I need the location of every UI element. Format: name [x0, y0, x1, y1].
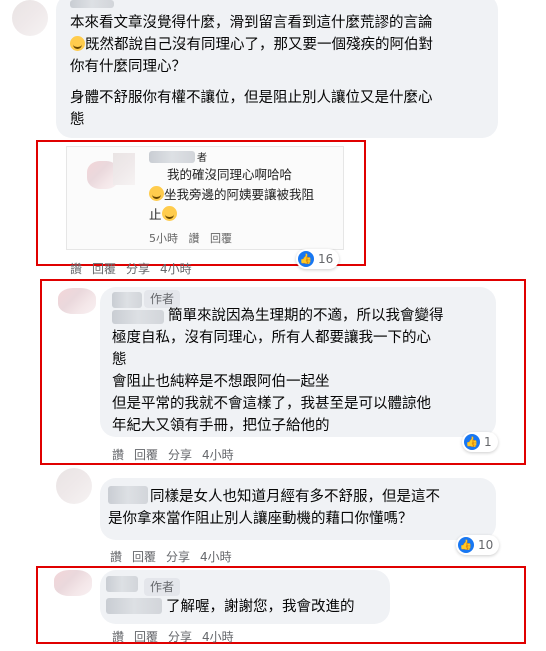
- reaction-count[interactable]: 👍 10: [456, 535, 500, 555]
- comment-text-line: 既然都說自己沒有同理心了，那又要一個殘疾的阿伯對: [70, 34, 433, 56]
- shot-reply: 回覆: [210, 232, 232, 245]
- timestamp[interactable]: 4小時: [202, 630, 234, 644]
- shot-text-line: 坐我旁邊的阿姨要讓被我阻: [149, 185, 314, 205]
- comment-text-line: 但是平常的我就不會這樣了，我甚至是可以體諒他: [112, 396, 431, 412]
- thumbs-up-icon: 👍: [298, 251, 314, 267]
- comment-text-span: 既然都說自己沒有同理心了，那又要一個殘疾的阿伯對: [85, 37, 433, 53]
- comment-text-line: 態: [112, 352, 127, 368]
- commenter-name[interactable]: [70, 0, 114, 8]
- reply-button[interactable]: 回覆: [134, 630, 158, 644]
- timestamp[interactable]: 4小時: [202, 448, 234, 462]
- comment-text-line: 本來看文章沒覺得什麼，滑到留言看到這什麼荒謬的言論: [70, 15, 433, 31]
- share-button[interactable]: 分享: [126, 262, 150, 276]
- reply-button[interactable]: 回覆: [134, 448, 158, 462]
- avatar[interactable]: [56, 468, 92, 504]
- shot-time: 5小時: [149, 232, 178, 245]
- avatar[interactable]: [54, 570, 92, 596]
- comment-text-line: 會阻止也純粹是不想跟阿伯一起坐: [112, 374, 330, 390]
- shot-text-line: 我的確沒同理心啊哈哈: [167, 167, 293, 182]
- share-button[interactable]: 分享: [168, 630, 192, 644]
- thumbs-up-icon: 👍: [458, 537, 474, 553]
- share-button[interactable]: 分享: [168, 448, 192, 462]
- shot-text-span: 止: [149, 207, 162, 222]
- timestamp[interactable]: 4小時: [200, 550, 232, 564]
- like-button[interactable]: 讚: [70, 262, 82, 276]
- like-button[interactable]: 讚: [112, 630, 124, 644]
- embedded-screenshot[interactable]: 者 我的確沒同理心啊哈哈 坐我旁邊的阿姨要讓被我阻 止 5小時 讚 回覆: [66, 146, 344, 250]
- commenter-name[interactable]: [106, 576, 138, 592]
- avatar[interactable]: [58, 288, 96, 314]
- grin-emoji-icon: [161, 206, 177, 221]
- reaction-count[interactable]: 👍 1: [462, 432, 498, 452]
- comment-text-line: 你有什麼同理心？: [70, 59, 186, 75]
- smirk-emoji-icon: [70, 36, 85, 51]
- comment-actions: 讚回覆 分享 4小時: [112, 628, 244, 645]
- comment-text-line: 年紀大又領有手冊，把位子給他的: [112, 418, 330, 434]
- reaction-number: 16: [318, 252, 334, 266]
- comment-actions: 讚回覆 分享 4小時: [112, 446, 244, 463]
- shot-text-line: 止: [149, 205, 177, 225]
- shot-like: 讚: [188, 232, 200, 245]
- author-badge: 作者: [144, 578, 181, 596]
- avatar[interactable]: [12, 0, 48, 36]
- commenter-name[interactable]: [112, 292, 142, 308]
- reaction-number: 10: [478, 538, 494, 552]
- comment-text-line: 極度自私，沒有同理心，所有人都要讓我一下的心: [112, 330, 431, 346]
- reply-button[interactable]: 回覆: [132, 550, 156, 564]
- reply-button[interactable]: 回覆: [92, 262, 116, 276]
- blurred-avatar: [113, 153, 135, 185]
- shot-actions: 5小時 讚 回覆: [149, 229, 232, 249]
- commenter-name-blur: [106, 598, 162, 614]
- comment-text-line: 態: [70, 112, 85, 128]
- reaction-count[interactable]: 👍 16: [296, 249, 340, 269]
- commenter-name-blur: [112, 310, 164, 324]
- blurred-name: [149, 151, 195, 163]
- comment-text-line: 是你拿來當作阻止別人讓座動機的藉口你懂嗎？: [108, 511, 413, 527]
- comment-text-line: 身體不舒服你有權不讓位，但是阻止別人讓位又是什麼心: [70, 90, 433, 106]
- like-button[interactable]: 讚: [112, 448, 124, 462]
- timestamp[interactable]: 4小時: [160, 262, 192, 276]
- commenter-name-blur: [108, 486, 148, 504]
- like-button[interactable]: 讚: [110, 550, 122, 564]
- grin-emoji-icon: [149, 186, 164, 201]
- thumbs-up-icon: 👍: [464, 434, 480, 450]
- comment-actions: 讚回覆 分享 4小時: [70, 260, 202, 277]
- comment-text-line: 簡單來說因為生理期的不適，所以我會變得: [168, 308, 444, 324]
- shot-text-span: 坐我旁邊的阿姨要讓被我阻: [164, 187, 315, 202]
- comment-actions: 讚回覆 分享 4小時: [110, 548, 242, 565]
- comment-text-line: 了解喔，謝謝您，我會改進的: [166, 599, 355, 615]
- share-button[interactable]: 分享: [166, 550, 190, 564]
- reaction-number: 1: [484, 435, 492, 449]
- comment-text-line: 同樣是女人也知道月經有多不舒服，但是這不: [150, 489, 440, 505]
